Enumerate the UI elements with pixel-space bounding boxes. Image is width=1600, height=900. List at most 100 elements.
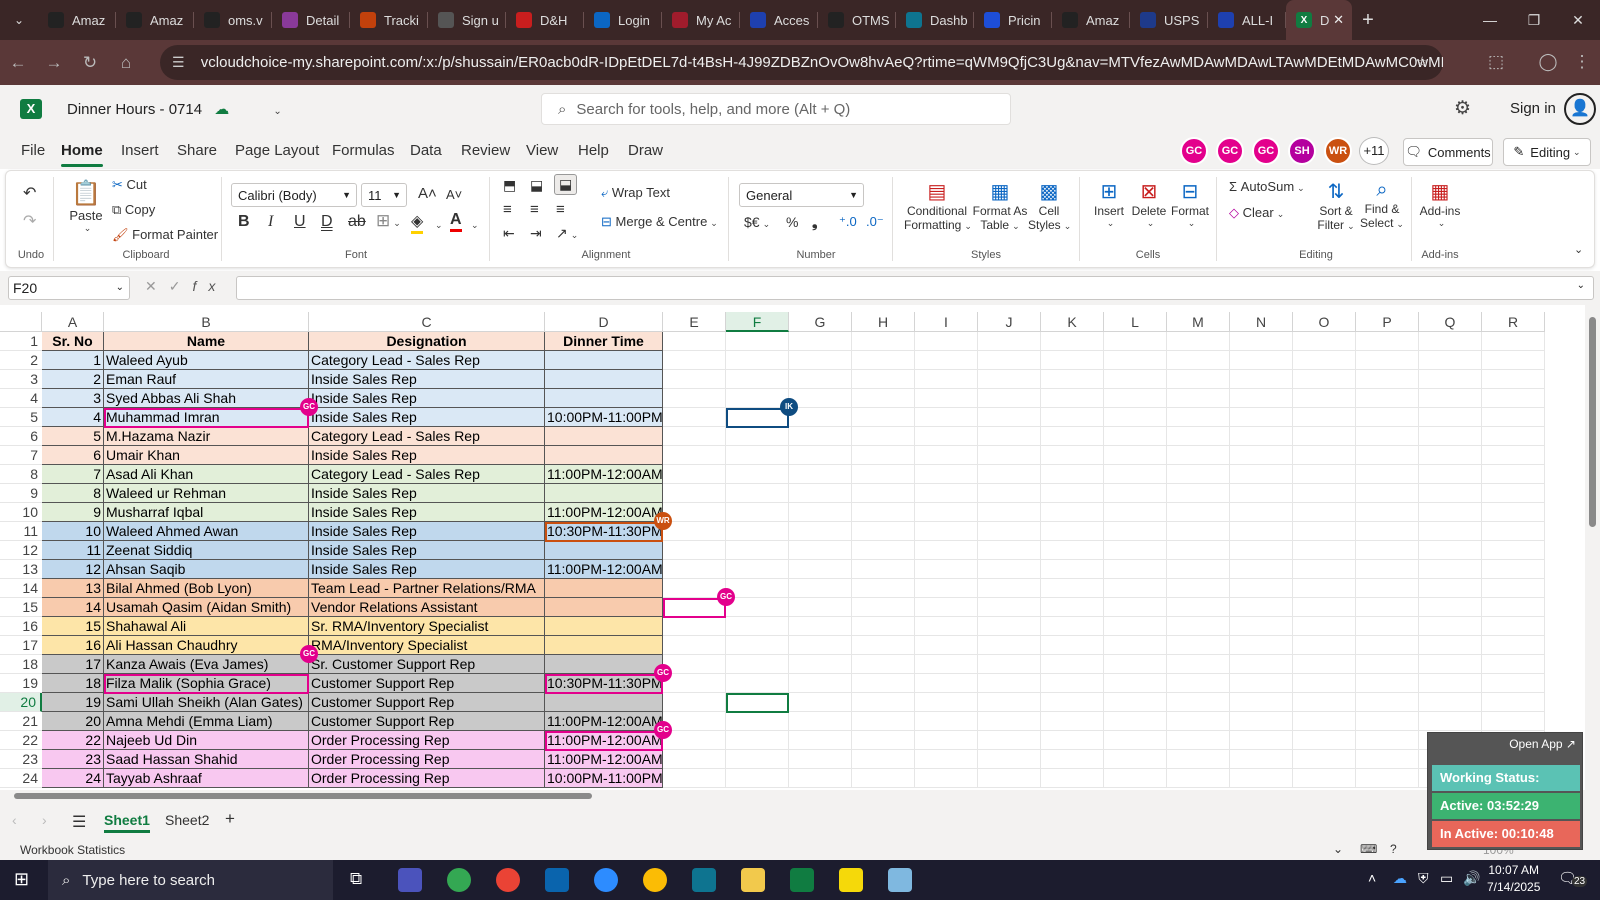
cell[interactable] — [1167, 465, 1230, 484]
cell[interactable] — [852, 617, 915, 636]
cell[interactable] — [663, 655, 726, 674]
row-header[interactable]: 14 — [0, 579, 42, 598]
cell[interactable] — [1104, 446, 1167, 465]
display-settings-icon[interactable]: ⌨ — [1360, 842, 1377, 856]
cell[interactable] — [852, 408, 915, 427]
cell[interactable] — [726, 750, 789, 769]
designation-cell[interactable]: RMA/Inventory Specialist — [309, 636, 545, 655]
cell[interactable] — [1356, 408, 1419, 427]
designation-cell[interactable]: Category Lead - Sales Rep — [309, 427, 545, 446]
cell[interactable] — [852, 769, 915, 788]
extensions-icon[interactable]: ⬚ — [1478, 52, 1514, 72]
cell[interactable] — [1482, 655, 1545, 674]
browser-tab-14[interactable]: Amaz — [1052, 0, 1130, 40]
presence-badge[interactable]: GC — [717, 588, 735, 606]
dinner-time-cell[interactable] — [545, 617, 663, 636]
sr-no-cell[interactable]: 12 — [42, 560, 104, 579]
align-top-icon[interactable]: ⬒ — [503, 177, 516, 194]
column-header-E[interactable]: E — [663, 312, 726, 332]
cell[interactable] — [1230, 617, 1293, 636]
row-header[interactable]: 5 — [0, 408, 42, 427]
cell[interactable] — [1293, 731, 1356, 750]
cell[interactable] — [1230, 484, 1293, 503]
cell[interactable] — [1419, 541, 1482, 560]
designation-cell[interactable]: Inside Sales Rep — [309, 503, 545, 522]
cell[interactable] — [663, 465, 726, 484]
cell[interactable] — [978, 579, 1041, 598]
browser-tab-16[interactable]: ALL-I — [1208, 0, 1286, 40]
cell[interactable] — [1230, 693, 1293, 712]
cell[interactable] — [915, 408, 978, 427]
sign-in-link[interactable]: Sign in — [1510, 100, 1556, 117]
designation-cell[interactable]: Inside Sales Rep — [309, 560, 545, 579]
cell[interactable] — [915, 731, 978, 750]
system-clock[interactable]: 10:07 AM 7/14/2025 — [1487, 862, 1540, 896]
cell[interactable] — [1293, 579, 1356, 598]
browser-tab-6[interactable]: Sign u — [428, 0, 506, 40]
cell[interactable] — [1419, 446, 1482, 465]
cell[interactable] — [1356, 503, 1419, 522]
cell[interactable] — [1230, 541, 1293, 560]
cell[interactable] — [1104, 655, 1167, 674]
cell[interactable] — [663, 541, 726, 560]
back-icon[interactable]: ← — [0, 53, 36, 73]
cell[interactable] — [726, 446, 789, 465]
presence-badge[interactable]: GC — [300, 645, 318, 663]
cell[interactable] — [852, 598, 915, 617]
format-as-table-button[interactable]: ▦ Format As Table ⌄ — [972, 179, 1028, 232]
header-cell-sr[interactable]: Sr. No — [42, 332, 104, 351]
cell[interactable] — [1419, 427, 1482, 446]
dinner-time-cell[interactable] — [545, 541, 663, 560]
name-cell[interactable]: Umair Khan — [104, 446, 309, 465]
cell[interactable] — [1419, 465, 1482, 484]
sticky-notes-icon[interactable] — [839, 868, 863, 892]
cell[interactable] — [978, 636, 1041, 655]
coauthor-avatar[interactable]: GC — [1180, 137, 1208, 165]
cell[interactable] — [1104, 484, 1167, 503]
column-header-K[interactable]: K — [1041, 312, 1104, 332]
redo-icon[interactable]: ↷ — [23, 211, 36, 231]
cell[interactable] — [1167, 541, 1230, 560]
name-cell[interactable]: Syed Abbas Ali Shah — [104, 389, 309, 408]
sr-no-cell[interactable]: 20 — [42, 712, 104, 731]
cell[interactable] — [1482, 598, 1545, 617]
cell[interactable] — [1293, 446, 1356, 465]
cell[interactable] — [1167, 750, 1230, 769]
paste-button[interactable]: 📋 Paste ⌄ — [68, 179, 104, 234]
cell[interactable] — [978, 617, 1041, 636]
sr-no-cell[interactable]: 2 — [42, 370, 104, 389]
cell[interactable] — [1167, 560, 1230, 579]
cell[interactable] — [852, 674, 915, 693]
dinner-time-cell[interactable] — [545, 693, 663, 712]
cell[interactable] — [852, 446, 915, 465]
cell[interactable] — [1293, 560, 1356, 579]
cell[interactable] — [915, 769, 978, 788]
cell[interactable] — [1230, 446, 1293, 465]
cell[interactable] — [1293, 332, 1356, 351]
cell[interactable] — [1104, 332, 1167, 351]
column-header-P[interactable]: P — [1356, 312, 1419, 332]
cell[interactable] — [1230, 408, 1293, 427]
row-header[interactable]: 23 — [0, 750, 42, 769]
name-cell[interactable]: Ahsan Saqib — [104, 560, 309, 579]
cell[interactable] — [915, 598, 978, 617]
cell[interactable] — [1293, 769, 1356, 788]
taskbar-search[interactable]: ⌕ Type here to search — [48, 860, 333, 900]
cell[interactable] — [663, 617, 726, 636]
double-underline-icon[interactable]: D — [321, 213, 333, 231]
column-header-H[interactable]: H — [852, 312, 915, 332]
designation-cell[interactable]: Category Lead - Sales Rep — [309, 351, 545, 370]
sr-no-cell[interactable]: 24 — [42, 769, 104, 788]
cell[interactable] — [1041, 503, 1104, 522]
cell[interactable] — [663, 408, 726, 427]
teams-icon[interactable] — [398, 868, 422, 892]
cell[interactable] — [789, 522, 852, 541]
cell[interactable] — [726, 598, 789, 617]
designation-cell[interactable]: Inside Sales Rep — [309, 522, 545, 541]
autosum-button[interactable]: Σ AutoSum ⌄ — [1229, 179, 1305, 194]
cell[interactable] — [789, 769, 852, 788]
bold-icon[interactable]: B — [238, 213, 250, 231]
cell[interactable] — [1167, 427, 1230, 446]
cell[interactable] — [789, 750, 852, 769]
cell[interactable] — [852, 750, 915, 769]
